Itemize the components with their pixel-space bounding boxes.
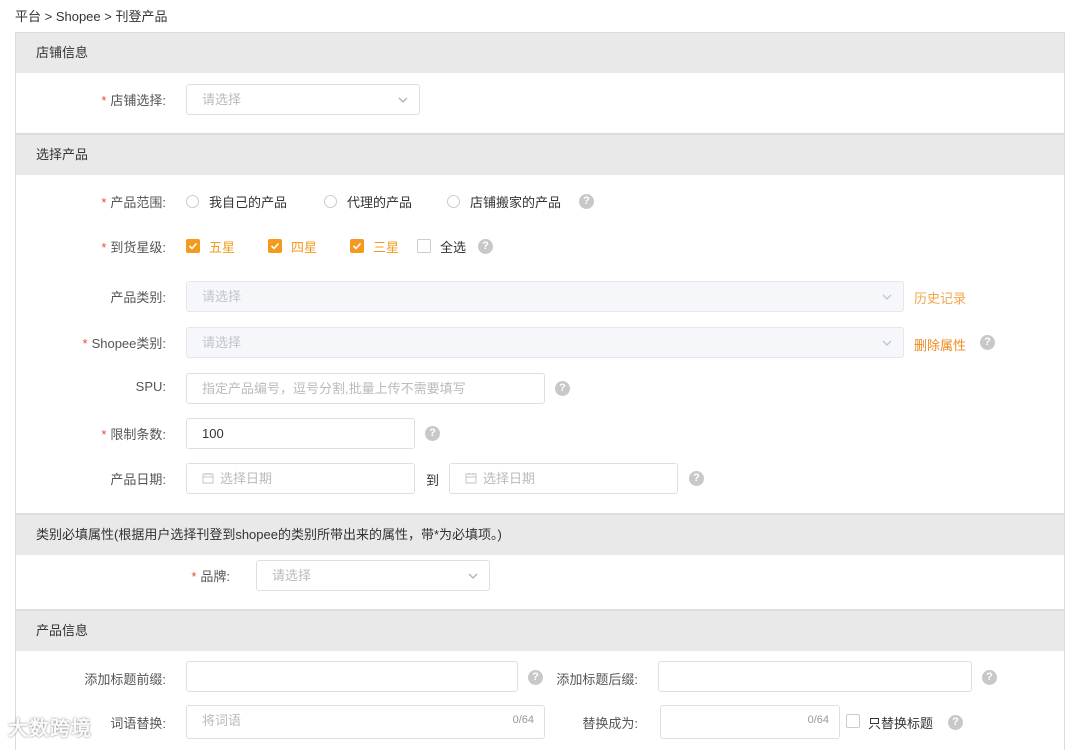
- date-label: 产品日期:: [110, 472, 166, 487]
- help-icon[interactable]: ?: [982, 670, 997, 685]
- scope-option-agent[interactable]: 代理的产品: [347, 192, 412, 211]
- spu-input[interactable]: 指定产品编号，逗号分割,批量上传不需要填写: [186, 373, 545, 404]
- required-mark: *: [101, 195, 107, 210]
- category-select[interactable]: 请选择: [186, 281, 904, 312]
- store-select-label: * 店铺选择:: [101, 93, 166, 108]
- attributes-section-title: 类别必填属性(根据用户选择刊登到shopee的类别所带出来的属性，带*为必填项。…: [16, 515, 1064, 555]
- rating-option-five[interactable]: 五星: [209, 237, 235, 256]
- chevron-down-icon: [882, 294, 892, 300]
- rating-option-three[interactable]: 三星: [373, 237, 399, 256]
- help-icon[interactable]: ?: [980, 335, 995, 350]
- rating-checkbox-three[interactable]: [350, 239, 364, 253]
- title-prefix-input[interactable]: [186, 661, 518, 692]
- calendar-icon: [465, 473, 477, 484]
- char-count: 0/64: [807, 714, 829, 726]
- chevron-down-icon: [398, 97, 408, 103]
- rating-checkbox-five[interactable]: [186, 239, 200, 253]
- word-replace-label: 词语替换:: [110, 716, 166, 731]
- rating-option-all[interactable]: 全选: [440, 237, 466, 256]
- scope-option-moved[interactable]: 店铺搬家的产品: [470, 192, 561, 211]
- store-section-title: 店铺信息: [16, 33, 1064, 73]
- brand-select[interactable]: 请选择: [256, 560, 490, 591]
- replace-to-input[interactable]: 0/64: [660, 705, 840, 739]
- only-title-label[interactable]: 只替换标题: [868, 713, 933, 732]
- rating-checkbox-all[interactable]: [417, 239, 431, 253]
- attributes-panel: 类别必填属性(根据用户选择刊登到shopee的类别所带出来的属性，带*为必填项。…: [15, 514, 1065, 610]
- product-info-section-title: 产品信息: [16, 611, 1064, 651]
- product-panel: 选择产品 * 产品范围: 我自己的产品 代理的产品 店铺搬家的产品 ? * 到货星级…: [15, 134, 1065, 514]
- help-icon[interactable]: ?: [478, 239, 493, 254]
- required-mark: *: [191, 569, 197, 584]
- scope-option-own[interactable]: 我自己的产品: [209, 192, 287, 211]
- rating-label: * 到货星级:: [101, 240, 166, 255]
- calendar-icon: [202, 473, 214, 484]
- required-mark: *: [82, 336, 88, 351]
- help-icon[interactable]: ?: [555, 381, 570, 396]
- help-icon[interactable]: ?: [948, 715, 963, 730]
- breadcrumb: 平台 > Shopee > 刊登产品: [15, 9, 168, 24]
- date-end-picker[interactable]: 选择日期: [449, 463, 678, 494]
- title-suffix-input[interactable]: [658, 661, 972, 692]
- help-icon[interactable]: ?: [528, 670, 543, 685]
- scope-radio-agent[interactable]: [324, 195, 337, 208]
- product-section-title: 选择产品: [16, 135, 1064, 175]
- date-start-picker[interactable]: 选择日期: [186, 463, 415, 494]
- help-icon[interactable]: ?: [425, 426, 440, 441]
- char-count: 0/64: [512, 714, 534, 726]
- word-replace-input[interactable]: 将词语 0/64: [186, 705, 545, 739]
- chevron-down-icon: [882, 340, 892, 346]
- required-mark: *: [101, 240, 107, 255]
- help-icon[interactable]: ?: [689, 471, 704, 486]
- rating-checkbox-four[interactable]: [268, 239, 282, 253]
- scope-radio-moved[interactable]: [447, 195, 460, 208]
- scope-radio-own[interactable]: [186, 195, 199, 208]
- history-link[interactable]: 历史记录: [914, 288, 966, 307]
- brand-label: * 品牌:: [191, 569, 230, 584]
- delete-attributes-link[interactable]: 删除属性: [914, 335, 966, 354]
- shopee-category-label: * Shopee类别:: [82, 336, 167, 351]
- replace-to-label: 替换成为:: [582, 716, 638, 731]
- date-range-separator: 到: [426, 473, 440, 488]
- product-info-panel: 产品信息 添加标题前缀: ? 添加标题后缀: ? 词语替换: 将词语 0/64 …: [15, 610, 1065, 750]
- title-suffix-label: 添加标题后缀:: [556, 672, 638, 687]
- only-title-checkbox[interactable]: [846, 714, 860, 728]
- required-mark: *: [101, 93, 107, 108]
- watermark: 大数跨境: [8, 718, 92, 740]
- store-panel: 店铺信息 * 店铺选择: 请选择: [15, 32, 1065, 134]
- scope-label: * 产品范围:: [101, 195, 166, 210]
- limit-input[interactable]: 100: [186, 418, 415, 449]
- shopee-category-select[interactable]: 请选择: [186, 327, 904, 358]
- spu-label: SPU:: [135, 379, 166, 394]
- required-mark: *: [101, 427, 107, 442]
- title-prefix-label: 添加标题前缀:: [84, 672, 166, 687]
- help-icon[interactable]: ?: [579, 194, 594, 209]
- category-label: 产品类别:: [110, 290, 166, 305]
- rating-option-four[interactable]: 四星: [291, 237, 317, 256]
- limit-label: * 限制条数:: [101, 427, 166, 442]
- store-select[interactable]: 请选择: [186, 84, 420, 115]
- chevron-down-icon: [468, 573, 478, 579]
